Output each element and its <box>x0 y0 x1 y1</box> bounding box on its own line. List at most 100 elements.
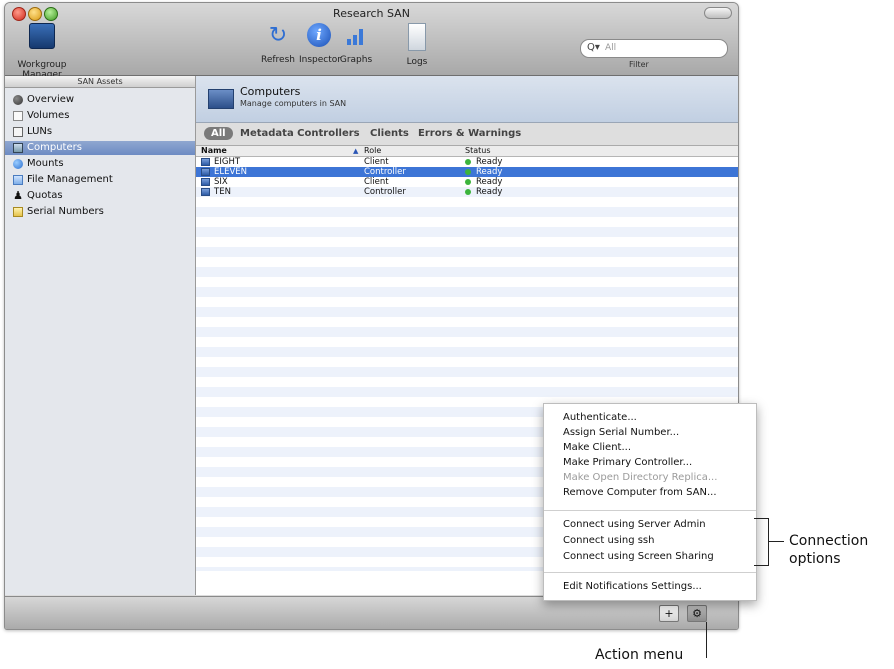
sidebar: SAN Assets Overview Volumes LUNs Compute… <box>5 76 196 595</box>
callout-connection-line1: Connection <box>789 533 869 549</box>
search-icon: Q▾ <box>587 42 600 53</box>
workgroup-manager-icon <box>29 23 55 49</box>
menu-separator <box>544 572 756 573</box>
computer-icon <box>201 158 210 166</box>
menu-item-assign-serial-number[interactable]: Assign Serial Number... <box>563 426 679 440</box>
row-name: ELEVEN <box>214 167 248 177</box>
filter-tabs: All Metadata Controllers Clients Errors … <box>196 123 738 146</box>
row-role: Controller <box>364 187 406 197</box>
mount-icon <box>13 159 23 169</box>
table-row[interactable]: TEN Controller Ready <box>196 187 738 197</box>
sidebar-item-label: Quotas <box>27 190 63 201</box>
table-row[interactable]: EIGHT Client Ready <box>196 157 738 167</box>
folder-icon <box>13 175 23 185</box>
sidebar-item-label: LUNs <box>27 126 53 137</box>
computer-icon <box>208 89 234 109</box>
toolbar-toggle-button[interactable] <box>704 7 732 19</box>
sidebar-item-luns[interactable]: LUNs <box>5 125 195 139</box>
sidebar-item-label: Volumes <box>27 110 70 121</box>
menu-item-remove-computer[interactable]: Remove Computer from SAN... <box>563 486 717 500</box>
computer-icon <box>201 178 210 186</box>
search-placeholder: All <box>605 43 617 53</box>
callout-connection-line2: options <box>789 551 841 567</box>
menu-item-edit-notifications[interactable]: Edit Notifications Settings... <box>563 580 702 594</box>
inspector-label: Inspector <box>299 55 341 65</box>
computer-icon <box>201 188 210 196</box>
row-role: Client <box>364 157 389 167</box>
sidebar-item-serial-numbers[interactable]: Serial Numbers <box>5 205 195 219</box>
tab-metadata-controllers[interactable]: Metadata Controllers <box>240 128 360 139</box>
filter-label: Filter <box>629 60 649 69</box>
inspector-button[interactable]: i Inspector <box>299 23 341 65</box>
logs-label: Logs <box>406 57 428 67</box>
sidebar-item-label: Overview <box>27 94 75 105</box>
status-ready-icon <box>465 179 471 185</box>
sidebar-item-label: Computers <box>27 142 82 153</box>
sidebar-item-computers[interactable]: Computers <box>5 141 195 155</box>
sidebar-header: SAN Assets <box>5 76 195 88</box>
search-field[interactable]: Q▾ All <box>580 39 728 58</box>
computers-header: Computers Manage computers in SAN <box>196 76 738 123</box>
sidebar-item-label: File Management <box>27 174 113 185</box>
connection-bracket <box>754 518 769 566</box>
sidebar-item-label: Mounts <box>27 158 64 169</box>
menu-separator <box>544 510 756 511</box>
menu-item-make-primary-controller[interactable]: Make Primary Controller... <box>563 456 692 470</box>
bottom-bar: + ⚙ <box>5 596 738 629</box>
menu-item-connect-screen-sharing[interactable]: Connect using Screen Sharing <box>563 550 714 564</box>
refresh-button[interactable]: ↻ Refresh <box>261 23 295 65</box>
page-title: Computers <box>240 85 301 98</box>
row-role: Controller <box>364 167 406 177</box>
menu-item-connect-server-admin[interactable]: Connect using Server Admin <box>563 518 706 532</box>
tab-clients[interactable]: Clients <box>370 128 409 139</box>
tab-all[interactable]: All <box>204 127 233 140</box>
graphs-button[interactable]: Graphs <box>339 23 373 65</box>
status-ready-icon <box>465 189 471 195</box>
sidebar-item-volumes[interactable]: Volumes <box>5 109 195 123</box>
sidebar-item-mounts[interactable]: Mounts <box>5 157 195 171</box>
row-status: Ready <box>476 157 503 167</box>
table-row[interactable]: ELEVEN Controller Ready <box>196 167 738 177</box>
window-title: Research SAN <box>333 7 410 20</box>
tab-errors-warnings[interactable]: Errors & Warnings <box>418 128 521 139</box>
add-button[interactable]: + <box>659 605 679 622</box>
status-ready-icon <box>465 169 471 175</box>
workgroup-manager-button[interactable]: Workgroup Manager <box>7 23 77 80</box>
column-header: Name ▲ Role Status <box>196 146 738 157</box>
row-status: Ready <box>476 187 503 197</box>
action-menu-callout: Action menu <box>595 647 684 663</box>
sort-indicator-icon: ▲ <box>353 147 359 155</box>
menu-item-make-client[interactable]: Make Client... <box>563 441 631 455</box>
logs-button[interactable]: Logs <box>405 23 429 67</box>
row-status: Ready <box>476 167 503 177</box>
sidebar-item-label: Serial Numbers <box>27 206 104 217</box>
action-menu-leader-line <box>706 622 707 658</box>
person-icon: ♟ <box>13 189 23 202</box>
refresh-icon: ↻ <box>268 23 288 48</box>
column-status[interactable]: Status <box>465 146 491 156</box>
serial-icon <box>13 207 23 217</box>
globe-icon <box>13 95 23 105</box>
connection-leader-line <box>768 541 784 542</box>
sidebar-item-file-management[interactable]: File Management <box>5 173 195 187</box>
column-name[interactable]: Name <box>201 146 227 156</box>
connection-options-callout: Connection options <box>789 532 868 568</box>
row-status: Ready <box>476 177 503 187</box>
page-subtitle: Manage computers in SAN <box>240 99 347 108</box>
sidebar-item-quotas[interactable]: ♟ Quotas <box>5 189 195 203</box>
graphs-label: Graphs <box>339 55 373 65</box>
menu-item-make-od-replica: Make Open Directory Replica... <box>563 472 718 483</box>
table-row[interactable]: SIX Client Ready <box>196 177 738 187</box>
logs-icon <box>408 23 426 51</box>
status-ready-icon <box>465 159 471 165</box>
action-menu-button[interactable]: ⚙ <box>687 605 707 622</box>
row-name: SIX <box>214 177 228 187</box>
menu-item-connect-ssh[interactable]: Connect using ssh <box>563 534 654 548</box>
refresh-label: Refresh <box>261 55 295 65</box>
menu-item-authenticate[interactable]: Authenticate... <box>563 411 637 425</box>
graphs-icon <box>345 23 367 47</box>
computer-icon <box>201 168 210 176</box>
sidebar-item-overview[interactable]: Overview <box>5 93 195 107</box>
column-role[interactable]: Role <box>364 146 381 156</box>
action-menu: Authenticate... Assign Serial Number... … <box>543 403 757 601</box>
